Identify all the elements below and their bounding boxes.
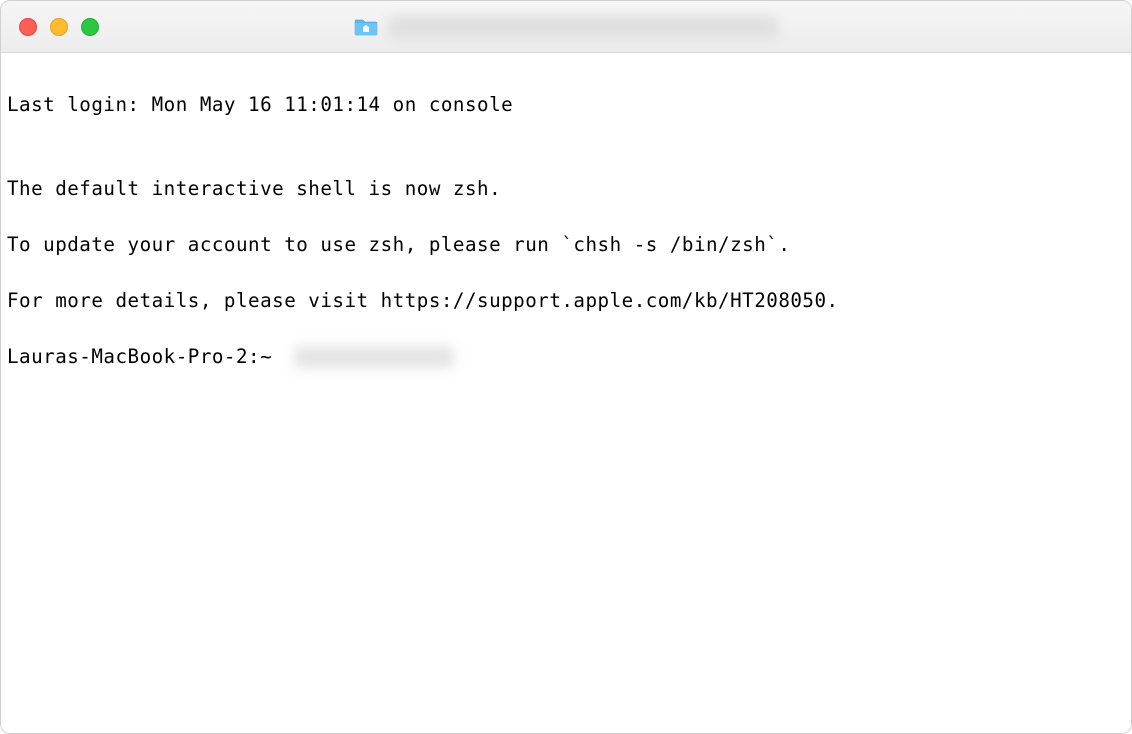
window-title	[354, 16, 778, 38]
zsh-notice-line-2: To update your account to use zsh, pleas…	[7, 231, 1125, 259]
zsh-notice-line-1: The default interactive shell is now zsh…	[7, 175, 1125, 203]
prompt-line: Lauras-MacBook-Pro-2:~	[7, 343, 1125, 371]
close-button[interactable]	[19, 18, 37, 36]
minimize-button[interactable]	[50, 18, 68, 36]
title-bar	[1, 1, 1131, 53]
shell-prompt: Lauras-MacBook-Pro-2:~	[7, 343, 284, 371]
zoom-button[interactable]	[81, 18, 99, 36]
zsh-notice-line-3: For more details, please visit https://s…	[7, 287, 1125, 315]
prompt-username-blurred	[294, 346, 454, 368]
terminal-output[interactable]: Last login: Mon May 16 11:01:14 on conso…	[1, 53, 1131, 733]
terminal-window: Last login: Mon May 16 11:01:14 on conso…	[0, 0, 1132, 734]
last-login-line: Last login: Mon May 16 11:01:14 on conso…	[7, 91, 1125, 119]
home-folder-icon	[354, 17, 378, 37]
traffic-lights	[19, 18, 99, 36]
window-title-text-blurred	[388, 16, 778, 38]
